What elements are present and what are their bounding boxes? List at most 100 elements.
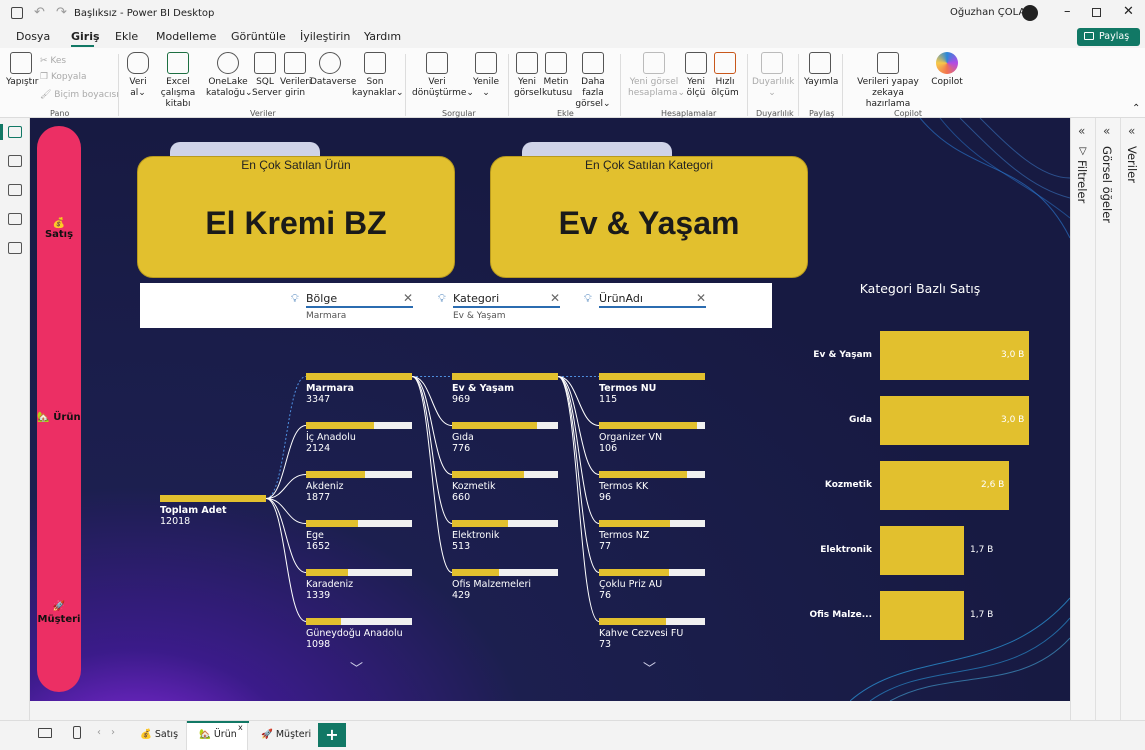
cut-button[interactable]: ✂ Kes xyxy=(40,56,66,67)
page-tab-musteri[interactable]: 🚀 Müşteri xyxy=(261,729,311,740)
expand-panel-icon[interactable]: « xyxy=(1103,124,1110,138)
excel-button[interactable]: Excel çalışma kitabı xyxy=(152,52,204,110)
category-sales-chart[interactable]: Kategori Bazlı Satış Ev & Yaşam 3,0 B Gıda… xyxy=(790,273,1050,693)
new-visual-calc-button[interactable]: Yeni görsel hesaplama⌄ xyxy=(628,52,685,99)
tree-product-node[interactable]: Termos KK 96 xyxy=(599,471,705,503)
menu-goruntule[interactable]: Görüntüle xyxy=(231,30,286,43)
next-page-icon[interactable]: › xyxy=(111,727,115,738)
menu-dosya[interactable]: Dosya xyxy=(16,30,50,43)
tree-root-node[interactable]: Toplam Adet 12018 xyxy=(160,495,266,527)
menu-modelleme[interactable]: Modelleme xyxy=(156,30,216,43)
more-visuals-button[interactable]: Daha fazla görsel⌄ xyxy=(572,52,614,110)
user-name[interactable]: Oğuzhan ÇOLAK xyxy=(950,7,1032,18)
tree-category-node[interactable]: Gıda 776 xyxy=(452,422,558,454)
node-label: Termos NZ xyxy=(599,530,650,541)
group-hesaplamalar: Hesaplamalar xyxy=(661,109,717,118)
publish-button[interactable]: Yayımla xyxy=(804,52,838,88)
new-measure-button[interactable]: Yeni ölçü xyxy=(684,52,708,99)
node-value: 77 xyxy=(599,541,612,552)
copilot-prep-button[interactable]: Verileri yapay zekaya hazırlama xyxy=(846,52,930,110)
tree-category-node[interactable]: Kozmetik 660 xyxy=(452,471,558,503)
refresh-button[interactable]: Yenile ⌄ xyxy=(472,52,500,99)
expand-down-icon[interactable]: ﹀ xyxy=(350,658,363,677)
get-data-label-1: Veri xyxy=(129,77,147,87)
divider xyxy=(842,54,843,116)
redo-icon[interactable]: ↷ xyxy=(56,5,67,20)
add-page-button[interactable]: + xyxy=(318,723,346,747)
expand-panel-icon[interactable]: « xyxy=(1078,124,1085,138)
mobile-layout-icon[interactable] xyxy=(73,726,81,739)
filters-panel[interactable]: « ▽ Filtreler xyxy=(1071,118,1096,720)
copy-icon: ❐ xyxy=(40,72,51,82)
textbox-button[interactable]: Metin kutusu xyxy=(542,52,572,99)
sql-server-button[interactable]: SQL Server xyxy=(252,52,282,99)
menu-giris[interactable]: Giriş xyxy=(71,30,100,43)
copy-button[interactable]: ❐ Kopyala xyxy=(40,72,86,83)
copilot-button[interactable]: Copilot xyxy=(930,52,964,88)
avatar-icon[interactable] xyxy=(1022,5,1038,21)
recent-sources-button[interactable]: Son kaynaklar⌄ xyxy=(352,52,404,99)
chart-bar[interactable] xyxy=(880,526,964,575)
tree-product-node[interactable]: Termos NZ 77 xyxy=(599,520,705,552)
close-tab-icon[interactable]: x xyxy=(238,723,243,732)
close-icon[interactable]: ✕ xyxy=(1123,4,1134,19)
copilot-prep-label-2: hazırlama xyxy=(865,99,911,109)
undo-icon[interactable]: ↶ xyxy=(34,5,45,20)
tree-product-node[interactable]: Termos NU 115 xyxy=(599,373,705,405)
expand-panel-icon[interactable]: « xyxy=(1128,124,1135,138)
page-tab-satis[interactable]: 💰 Satış xyxy=(140,729,178,740)
dax-query-icon[interactable] xyxy=(8,213,22,225)
model-view-icon[interactable] xyxy=(8,184,22,196)
tree-product-node[interactable]: Organizer VN 106 xyxy=(599,422,705,454)
tmdl-view-icon[interactable] xyxy=(8,242,22,254)
chart-bar[interactable] xyxy=(880,591,964,640)
tree-category-node[interactable]: Ev & Yaşam 969 xyxy=(452,373,558,405)
tree-region-node[interactable]: Akdeniz 1877 xyxy=(306,471,412,503)
sensitivity-button[interactable]: Duyarlılık ⌄ xyxy=(752,52,794,99)
prev-page-icon[interactable]: ‹ xyxy=(97,727,101,738)
share-button[interactable]: Paylaş ⌄ xyxy=(1077,28,1140,53)
quick-measure-button[interactable]: Hızlı ölçüm xyxy=(710,52,740,99)
tree-region-node[interactable]: Güneydoğu Anadolu 1098 xyxy=(306,618,412,650)
report-canvas[interactable]: 💰 Satış 🏡 Ürün 🚀 Müşteri En Çok Satılan … xyxy=(30,118,1070,701)
tree-product-node[interactable]: Çoklu Priz AU 76 xyxy=(599,569,705,601)
page-tab-urun[interactable]: 🏡 Ürün xyxy=(199,729,237,740)
get-data-button[interactable]: Veri al⌄ xyxy=(124,52,152,99)
divider xyxy=(118,54,119,116)
new-visual-button[interactable]: Yeni görsel xyxy=(514,52,542,99)
save-icon[interactable] xyxy=(11,7,23,19)
more-visuals-label-1: Daha fazla xyxy=(581,77,605,98)
maximize-icon[interactable] xyxy=(1092,8,1101,17)
menu-yardim[interactable]: Yardım xyxy=(364,30,401,43)
node-bar-fill xyxy=(306,373,412,380)
tree-region-node[interactable]: Ege 1652 xyxy=(306,520,412,552)
onelake-label-2: kataloğu xyxy=(206,88,246,98)
menu-iyilestirin[interactable]: İyileştirin xyxy=(300,30,350,43)
tree-region-node[interactable]: Marmara 3347 xyxy=(306,373,412,405)
transform-data-button[interactable]: Veri dönüştürme⌄ xyxy=(412,52,474,99)
collapse-ribbon-icon[interactable]: ⌃ xyxy=(1132,103,1140,114)
node-label: Elektronik xyxy=(452,530,500,541)
visuals-panel[interactable]: « Görsel öğeler xyxy=(1096,118,1121,720)
data-panel[interactable]: « Veriler xyxy=(1121,118,1145,720)
report-view-icon[interactable] xyxy=(8,126,22,138)
format-painter-button[interactable]: 🖌 Biçim boyacısı xyxy=(40,90,119,101)
table-view-icon[interactable] xyxy=(8,155,22,167)
group-sorgular: Sorgular xyxy=(442,109,476,118)
new-visual-label-1: Yeni xyxy=(517,77,537,87)
group-veriler: Veriler xyxy=(250,109,276,118)
tree-category-node[interactable]: Elektronik 513 xyxy=(452,520,558,552)
tree-product-node[interactable]: Kahve Cezvesi FU 73 xyxy=(599,618,705,650)
enter-data-button[interactable]: Verileri girin xyxy=(280,52,311,99)
menu-ekle[interactable]: Ekle xyxy=(115,30,138,43)
tree-region-node[interactable]: Karadeniz 1339 xyxy=(306,569,412,601)
tree-category-node[interactable]: Ofis Malzemeleri 429 xyxy=(452,569,558,601)
dataverse-button[interactable]: Dataverse xyxy=(310,52,356,88)
node-value: 660 xyxy=(452,492,471,503)
desktop-layout-icon[interactable] xyxy=(38,728,52,738)
expand-down-icon[interactable]: ﹀ xyxy=(643,658,656,677)
tree-region-node[interactable]: İç Anadolu 2124 xyxy=(306,422,412,454)
paste-button[interactable]: Yapıştır xyxy=(6,52,38,88)
onelake-button[interactable]: OneLake kataloğu⌄ xyxy=(206,52,253,99)
minimize-icon[interactable]: – xyxy=(1064,4,1071,19)
